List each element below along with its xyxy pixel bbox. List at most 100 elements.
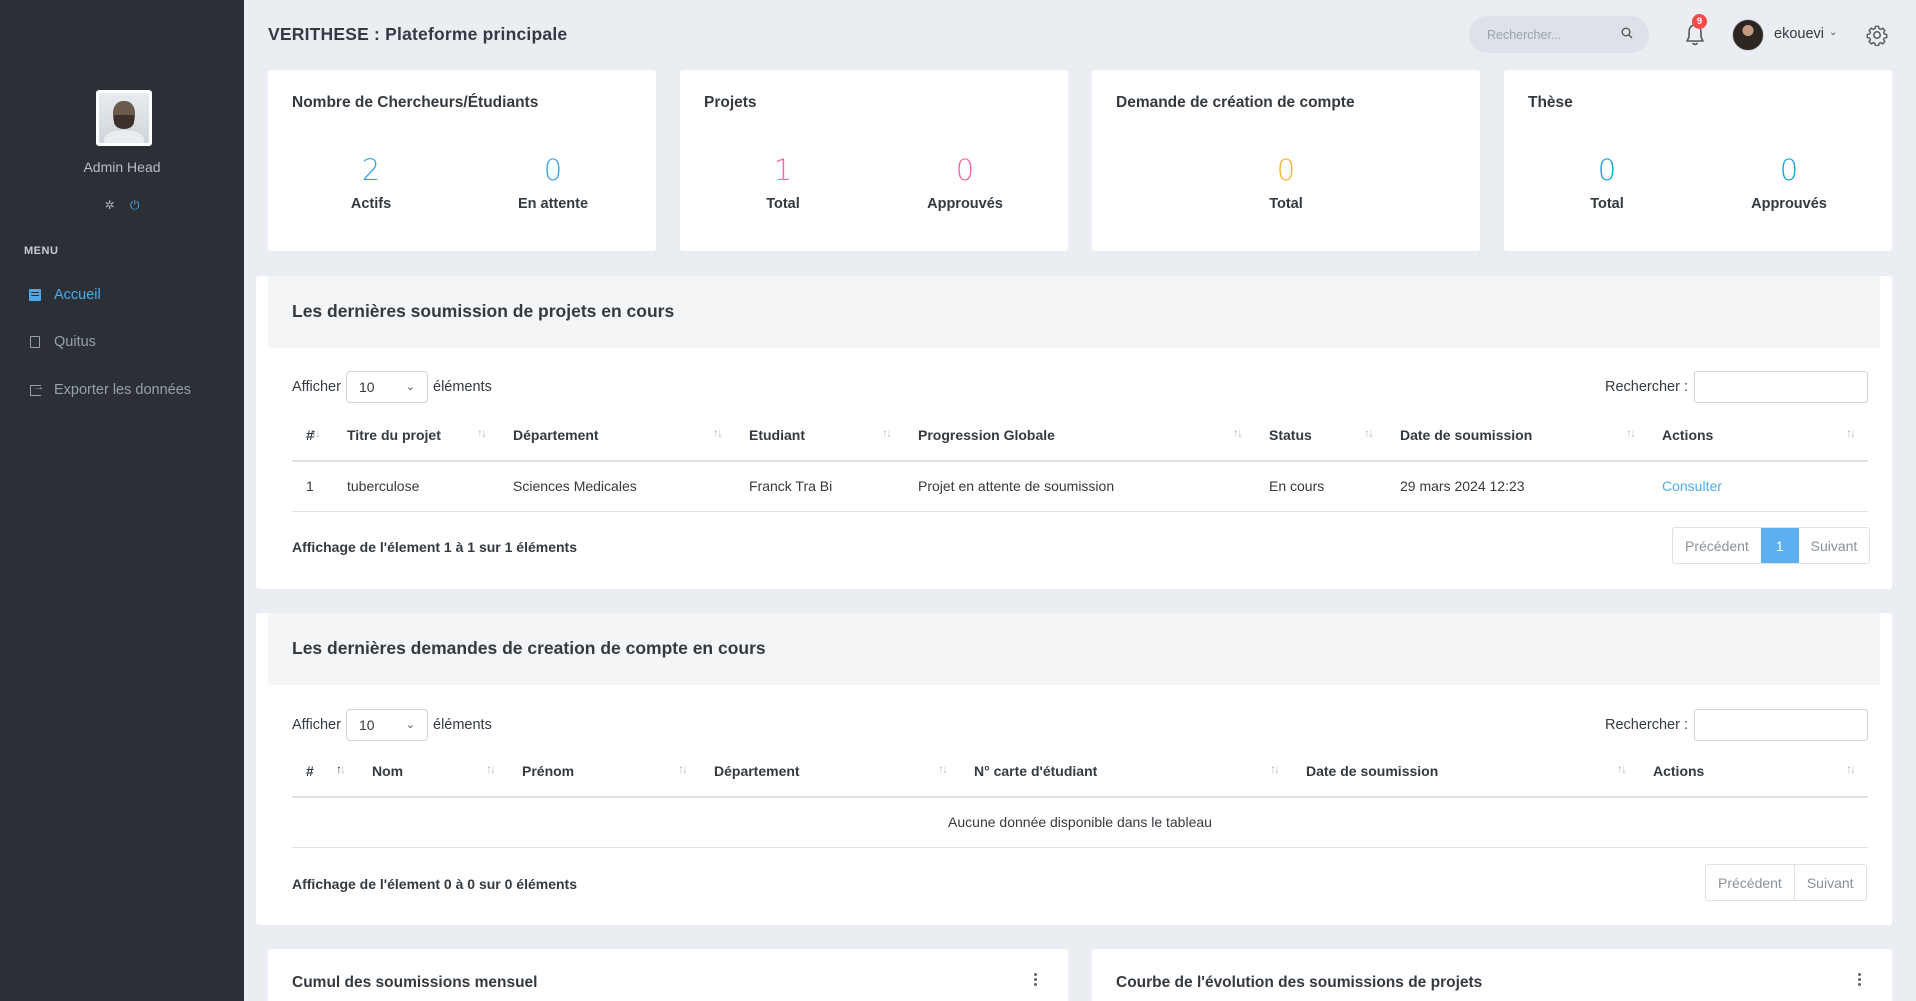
document-icon <box>28 335 42 349</box>
stat-card-chercheurs: Nombre de Chercheurs/Étudiants 2 Actifs … <box>268 70 656 251</box>
sidebar-item-export[interactable]: Exporter les données <box>28 378 191 402</box>
sort-icon: ↑↓ <box>882 426 892 440</box>
stat-card-projets: Projets 1 Total 0 Approuvés <box>680 70 1068 251</box>
stat-title: Thèse <box>1528 94 1573 111</box>
stat-value: 0 <box>1597 153 1617 187</box>
sort-icon: ↑↓ <box>1846 762 1856 776</box>
power-icon[interactable]: ⏻ <box>130 198 140 213</box>
sort-icon: ↑↓ <box>477 426 487 440</box>
col-header-actions[interactable]: Actions ↑↓ <box>1648 410 1868 462</box>
export-icon <box>28 381 45 397</box>
afficher-label: Afficher <box>292 717 341 733</box>
admin-name: Admin Head <box>83 159 161 175</box>
prev-button[interactable]: Précédent <box>1673 528 1761 563</box>
stat-value: 0 <box>1276 153 1296 187</box>
stat-value: 1 <box>773 153 793 187</box>
col-header-status[interactable]: Status ↑↓ <box>1255 410 1386 462</box>
sort-icon: ↑↓ <box>486 762 496 776</box>
table-row-empty: Aucune donnée disponible dans le tableau <box>292 797 1868 848</box>
stat-label: Total <box>1590 196 1624 212</box>
table-row: 1 tuberculose Sciences Medicales Franck … <box>292 461 1868 512</box>
prev-button[interactable]: Précédent <box>1706 865 1794 900</box>
next-button[interactable]: Suivant <box>1793 865 1866 900</box>
col-header-carte[interactable]: N° carte d'étudiant ↑↓ <box>960 746 1292 798</box>
gear-icon[interactable] <box>1866 24 1888 46</box>
dashboard-icon <box>28 288 42 302</box>
chevron-down-icon: ⌄ <box>405 719 415 731</box>
col-header-date[interactable]: Date de soumission ↑↓ <box>1386 410 1648 462</box>
stat-total: 0 Total <box>1527 153 1687 213</box>
table-search-input[interactable] <box>1694 709 1868 741</box>
search-input[interactable] <box>1487 25 1617 45</box>
table-search-input[interactable] <box>1694 371 1868 403</box>
elements-label: éléments <box>433 379 492 395</box>
page-size-value: 10 <box>359 379 375 395</box>
col-header-date[interactable]: Date de soumission ↑↓ <box>1292 746 1639 798</box>
stat-card-these: Thèse 0 Total 0 Approuvés <box>1504 70 1892 251</box>
page-size-select[interactable]: 10 ⌄ <box>346 709 428 741</box>
consulter-link[interactable]: Consulter <box>1648 461 1868 512</box>
page-size-select[interactable]: 10 ⌄ <box>346 371 428 403</box>
stat-label: En attente <box>517 196 589 212</box>
col-header-prenom[interactable]: Prénom ↑↓ <box>508 746 700 798</box>
more-options-icon[interactable] <box>1858 973 1862 989</box>
next-button[interactable]: Suivant <box>1799 528 1870 563</box>
pagination: Précédent Suivant <box>1705 864 1867 901</box>
cell-titre: tuberculose <box>333 461 499 512</box>
sort-icon: ↑↓ <box>678 762 688 776</box>
col-header-num[interactable]: # ↑↓ <box>292 746 358 798</box>
stat-label: Actifs <box>350 196 392 212</box>
admin-avatar[interactable] <box>96 90 152 146</box>
table-controls: Afficher 10 ⌄ éléments Rechercher : <box>292 371 1868 403</box>
sort-icon: ↑↓ <box>1233 426 1243 440</box>
cell-departement: Sciences Medicales <box>499 461 735 512</box>
search-icon[interactable] <box>1621 27 1633 39</box>
cell-num: 1 <box>292 461 333 512</box>
chevron-down-icon: ⌄ <box>405 381 415 393</box>
sort-icon: ↑↓ <box>1846 426 1856 440</box>
stat-label: Approuvés <box>927 196 1003 212</box>
col-header-titre[interactable]: Titre du projet ↑↓ <box>333 410 499 462</box>
stat-label: Approuvés <box>1751 196 1827 212</box>
sort-icon: ↑↓ <box>1270 762 1280 776</box>
user-avatar[interactable] <box>1732 19 1764 51</box>
page-title: VERITHESE : Plateforme principale <box>268 24 568 44</box>
top-search <box>1469 16 1649 53</box>
sort-icon: ↑↓ <box>1626 426 1636 440</box>
sort-icon: ↑↓ <box>713 426 723 440</box>
stat-card-demandes: Demande de création de compte 0 Total <box>1092 70 1480 251</box>
empty-message: Aucune donnée disponible dans le tableau <box>292 797 1868 848</box>
search-label: Rechercher : <box>1604 717 1688 733</box>
col-header-nom[interactable]: Nom ↑↓ <box>358 746 508 798</box>
stat-label: Total <box>1269 196 1303 212</box>
panel-header: Les dernières demandes de creation de co… <box>268 613 1880 685</box>
chart-card-evolution: Courbe de l'évolution des soumissions de… <box>1092 949 1892 1001</box>
afficher-label: Afficher <box>292 379 341 395</box>
page-button-1[interactable]: 1 <box>1760 528 1799 563</box>
col-header-actions[interactable]: Actions ↑↓ <box>1639 746 1868 798</box>
sidebar-item-quitus[interactable]: Quitus <box>28 330 96 354</box>
col-header-departement[interactable]: Département ↑↓ <box>700 746 960 798</box>
stat-en-attente: 0 En attente <box>473 156 633 213</box>
stat-label: Total <box>766 196 800 212</box>
table-info: Affichage de l'élement 1 à 1 sur 1 éléme… <box>292 539 577 555</box>
col-header-etudiant[interactable]: Etudiant ↑↓ <box>735 410 904 462</box>
admin-actions: ✲ ⏻ <box>0 198 244 213</box>
sidebar-item-accueil[interactable]: Accueil <box>28 283 101 307</box>
cell-progression: Projet en attente de soumission <box>904 461 1255 512</box>
sort-icon: ↑↓ <box>336 762 346 776</box>
settings-icon[interactable]: ✲ <box>105 198 115 212</box>
col-header-num[interactable]: # ↑↓ <box>292 410 333 462</box>
col-header-departement[interactable]: Département ↑↓ <box>499 410 735 462</box>
search-label: Rechercher : <box>1604 379 1688 395</box>
panel-title: Les dernières soumission de projets en c… <box>292 301 675 321</box>
more-options-icon[interactable] <box>1034 973 1038 989</box>
page-size-value: 10 <box>359 717 375 733</box>
menu-title: MENU <box>24 245 59 257</box>
col-header-progression[interactable]: Progression Globale ↑↓ <box>904 410 1255 462</box>
sort-icon: ↑↓ <box>1364 426 1374 440</box>
user-name[interactable]: ekouevi <box>1774 26 1824 42</box>
sort-icon: ↑↓ <box>1617 762 1627 776</box>
chevron-down-icon[interactable]: ⌄ <box>1829 27 1837 38</box>
stat-total: 1 Total <box>703 153 863 213</box>
